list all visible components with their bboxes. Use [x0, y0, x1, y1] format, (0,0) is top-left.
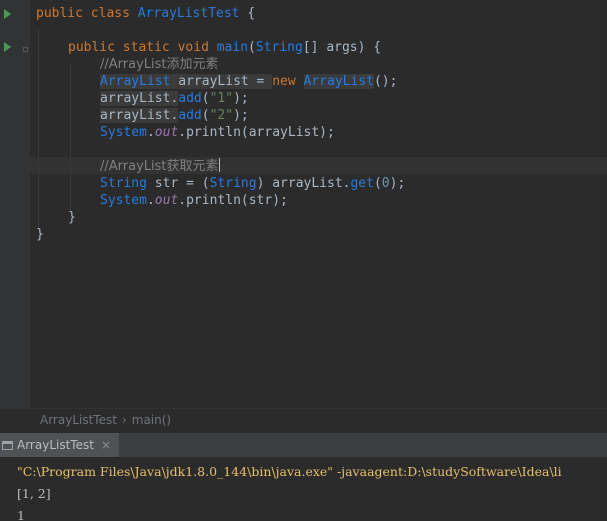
code-text: (str);	[240, 193, 288, 208]
code-text: .	[178, 193, 187, 208]
brace: {	[247, 6, 256, 21]
code-text: ();	[373, 74, 398, 89]
indent-guide	[70, 64, 71, 211]
method-call: println	[186, 125, 241, 140]
code-comment: //ArrayList添加元素	[100, 57, 219, 72]
static-field: out	[154, 193, 179, 208]
indent-guide	[38, 30, 39, 228]
code-text: .	[146, 193, 155, 208]
text-caret	[218, 158, 220, 172]
code-comment: //ArrayList获取元素	[100, 158, 220, 175]
code-text: str = (	[146, 176, 210, 191]
class-name: ArrayListTest	[137, 6, 240, 21]
editor-gutter	[0, 0, 30, 408]
code-text: );	[233, 91, 249, 106]
run-console-icon	[2, 440, 13, 450]
keyword: static	[122, 40, 170, 55]
code-text: arrayList.	[100, 91, 179, 106]
code-text: (arrayList);	[240, 125, 335, 140]
code-line-println-list: System.out.println(arrayList);	[100, 124, 335, 141]
close-icon[interactable]: ×	[101, 438, 111, 452]
code-text: (	[201, 91, 210, 106]
code-line-close-class: }	[36, 227, 44, 242]
run-main-gutter-icon[interactable]	[4, 42, 11, 52]
code-line-add-2: arrayList.add("2");	[100, 107, 249, 124]
keyword: new	[272, 74, 296, 89]
code-text: .	[146, 125, 155, 140]
method-call: println	[186, 193, 241, 208]
code-line-class-declaration: public class ArrayListTest {	[36, 5, 255, 22]
method-call: add	[178, 108, 202, 123]
run-class-gutter-icon[interactable]	[4, 9, 11, 19]
breadcrumb-separator: ›	[121, 413, 127, 427]
comment-text: //ArrayList获取元素	[100, 159, 219, 174]
breadcrumb-class[interactable]: ArrayListTest	[40, 413, 117, 427]
breadcrumb-method[interactable]: main()	[132, 413, 171, 427]
code-text: ) arrayList.	[256, 176, 351, 191]
code-line-add-1: arrayList.add("1");	[100, 90, 249, 107]
fold-marker-icon[interactable]	[23, 47, 28, 52]
method-call: add	[178, 91, 202, 106]
keyword: class	[90, 6, 130, 21]
run-tab-arraylisttest[interactable]: ArrayListTest ×	[0, 433, 119, 457]
code-line-println-str: System.out.println(str);	[100, 192, 288, 209]
method-call: get	[350, 176, 374, 191]
string-literal: "1"	[209, 91, 234, 106]
code-text: arrayList.	[100, 108, 179, 123]
type-reference: String	[209, 176, 257, 191]
keyword: void	[177, 40, 209, 55]
code-line-main-declaration: public static void main(String[] args) {	[68, 40, 382, 55]
run-console-output[interactable]: "C:\Program Files\Java\jdk1.8.0_144\bin\…	[0, 457, 607, 521]
code-text: );	[233, 108, 249, 123]
console-output-line: 1	[17, 508, 25, 521]
type-reference: System	[100, 125, 147, 140]
run-tab-bar: ArrayListTest ×	[0, 432, 607, 457]
static-field: out	[154, 125, 179, 140]
code-line-close-main: }	[68, 210, 76, 225]
type-reference: String	[100, 176, 147, 191]
code-text: arrayList =	[170, 74, 273, 89]
code-line-get: String str = (String) arrayList.get(0);	[100, 175, 405, 192]
keyword: public	[68, 40, 115, 55]
console-output-line: [1, 2]	[17, 486, 51, 501]
type-reference: ArrayList	[100, 74, 171, 89]
type-reference: ArrayList	[303, 74, 374, 89]
method-name: main	[216, 40, 249, 55]
type-reference: String	[255, 40, 303, 55]
keyword: public	[36, 6, 83, 21]
run-tab-label: ArrayListTest	[17, 438, 94, 452]
console-command-line: "C:\Program Files\Java\jdk1.8.0_144\bin\…	[17, 464, 562, 479]
number-literal: 0	[381, 176, 390, 191]
code-text: (	[373, 176, 382, 191]
code-text: .	[178, 125, 187, 140]
code-text: );	[389, 176, 406, 191]
code-line-list-declaration: ArrayList arrayList = new ArrayList();	[100, 73, 397, 90]
code-editor[interactable]: public class ArrayListTest { public stat…	[0, 0, 607, 408]
breadcrumb: ArrayListTest › main()	[0, 408, 607, 432]
code-text: [] args) {	[302, 40, 382, 55]
type-reference: System	[100, 193, 147, 208]
string-literal: "2"	[209, 108, 234, 123]
code-text: (	[201, 108, 210, 123]
